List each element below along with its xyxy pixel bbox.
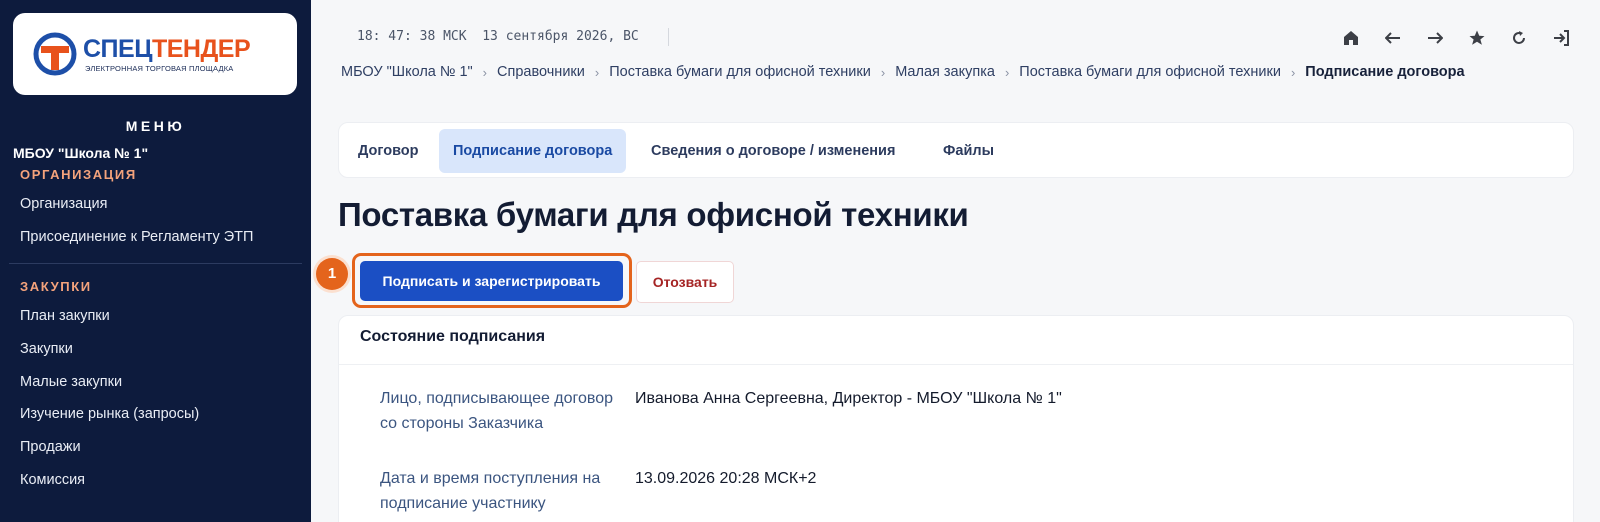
- revoke-button[interactable]: Отозвать: [636, 261, 734, 303]
- sign-and-register-button[interactable]: Подписать и зарегистрировать: [360, 261, 623, 301]
- sidebar-item-small-purchases[interactable]: Малые закупки: [20, 374, 122, 390]
- card-title: Состояние подписания: [360, 328, 546, 345]
- received-date-label: Дата и время поступления на подписание у…: [380, 470, 601, 512]
- refresh-icon[interactable]: [1498, 25, 1540, 51]
- forward-arrow-icon[interactable]: [1414, 25, 1456, 51]
- logo-subtitle: ЭЛЕКТРОННАЯ ТОРГОВАЯ ПЛОЩАДКА: [85, 64, 234, 73]
- breadcrumb-item-small-purchase[interactable]: Малая закупка: [895, 64, 995, 80]
- page-title: Поставка бумаги для офисной техники: [338, 196, 969, 233]
- signing-status-card: Состояние подписания Лицо, подписывающее…: [338, 315, 1574, 522]
- home-icon[interactable]: [1330, 25, 1372, 51]
- clock-divider: [668, 28, 669, 46]
- sidebar-item-purchase-plan[interactable]: План закупки: [20, 308, 110, 324]
- signer-label: Лицо, подписывающее договор со стороны З…: [380, 390, 614, 432]
- breadcrumb-item-school[interactable]: МБОУ "Школа № 1": [341, 64, 473, 80]
- back-arrow-icon[interactable]: [1372, 25, 1414, 51]
- sidebar-item-market-research[interactable]: Изучение рынка (запросы): [20, 406, 199, 422]
- tab-files[interactable]: Файлы: [929, 129, 1008, 173]
- logout-icon[interactable]: [1540, 25, 1582, 51]
- sidebar: СПЕЦТЕНДЕР ЭЛЕКТРОННАЯ ТОРГОВАЯ ПЛОЩАДКА…: [0, 0, 311, 522]
- received-date-value: 13.09.2026 20:28 МСК+2: [635, 470, 817, 487]
- section-heading-organization: ОРГАНИЗАЦИЯ: [20, 167, 137, 182]
- menu-title: МЕНЮ: [125, 118, 186, 134]
- breadcrumb-item-directories[interactable]: Справочники: [497, 64, 585, 80]
- toolbar: [1330, 25, 1582, 51]
- logo-text-part1: СПЕЦ: [83, 35, 152, 63]
- logo[interactable]: СПЕЦТЕНДЕР ЭЛЕКТРОННАЯ ТОРГОВАЯ ПЛОЩАДКА: [13, 13, 297, 95]
- tab-contract[interactable]: Договор: [344, 129, 433, 173]
- breadcrumb: МБОУ "Школа № 1" › Справочники › Поставк…: [341, 64, 1465, 80]
- sidebar-divider: [9, 263, 302, 264]
- sidebar-item-regulation[interactable]: Присоединение к Регламенту ЭТП: [20, 229, 253, 245]
- clock: 18: 47: 38 МСК 13 сентября 2026, ВС: [357, 29, 639, 44]
- card-divider: [339, 364, 1573, 365]
- tabs-bar: Договор Подписание договора Сведения о д…: [338, 122, 1574, 178]
- breadcrumb-separator-icon: ›: [880, 64, 886, 80]
- section-heading-purchases: ЗАКУПКИ: [20, 279, 92, 294]
- sidebar-item-organization[interactable]: Организация: [20, 196, 107, 212]
- tab-contract-info[interactable]: Сведения о договоре / изменения: [637, 129, 909, 173]
- star-icon[interactable]: [1456, 25, 1498, 51]
- breadcrumb-separator-icon: ›: [594, 64, 600, 80]
- step-badge: 1: [316, 258, 348, 290]
- breadcrumb-separator-icon: ›: [482, 64, 488, 80]
- breadcrumb-separator-icon: ›: [1004, 64, 1010, 80]
- sidebar-item-sales[interactable]: Продажи: [20, 439, 81, 455]
- logo-text: СПЕЦТЕНДЕР: [83, 35, 251, 64]
- signer-value: Иванова Анна Сергеевна, Директор - МБОУ …: [635, 390, 1062, 407]
- sidebar-item-purchases[interactable]: Закупки: [20, 341, 73, 357]
- tab-contract-signing[interactable]: Подписание договора: [439, 129, 627, 173]
- logo-text-part2: ТЕНДЕР: [151, 35, 251, 63]
- breadcrumb-item-supply-2[interactable]: Поставка бумаги для офисной техники: [1019, 64, 1281, 80]
- sidebar-item-commission[interactable]: Комиссия: [20, 472, 85, 488]
- breadcrumb-current: Подписание договора: [1305, 64, 1465, 80]
- logo-emblem-icon: [33, 32, 77, 76]
- breadcrumb-separator-icon: ›: [1290, 64, 1296, 80]
- breadcrumb-item-supply[interactable]: Поставка бумаги для офисной техники: [609, 64, 871, 80]
- organization-name: МБОУ "Школа № 1": [13, 145, 149, 161]
